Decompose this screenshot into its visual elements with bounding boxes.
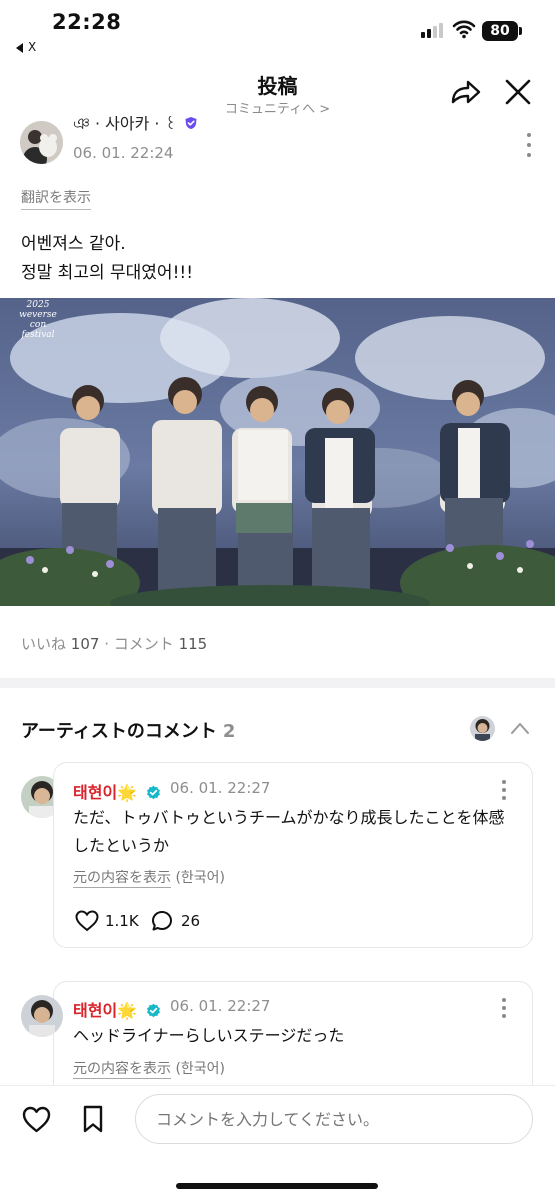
post-stats: いいね 107 · コメント 115	[21, 633, 207, 654]
stats-separator: ·	[104, 635, 109, 653]
show-original-row: 元の内容を表示 (한국어)	[73, 867, 226, 888]
comments-count: 115	[178, 635, 208, 653]
comment-actions: 1.1K 26	[75, 908, 235, 934]
chevron-up-icon[interactable]	[509, 719, 531, 737]
comment-reply-count: 26	[181, 912, 201, 930]
home-indicator	[176, 1183, 378, 1189]
photo-festival-logo: 2025 weverse con festival	[19, 300, 57, 340]
show-translation-link[interactable]: 翻訳を表示	[21, 187, 91, 210]
artist-avatar-small[interactable]	[470, 716, 495, 741]
comment-text: ただ、トゥバトゥというチームがかなり成長したことを体感したというか	[73, 808, 505, 855]
verified-icon	[146, 1003, 160, 1018]
show-original-row: 元の内容を表示 (한국어)	[73, 1058, 226, 1079]
comment-avatar[interactable]	[21, 995, 63, 1037]
comment-author-text: 태현이	[73, 783, 118, 802]
comment-like-count: 1.1K	[105, 912, 139, 930]
original-language: (한국어)	[175, 1061, 226, 1077]
post-text-line-1: 어벤져스 같아.	[21, 234, 126, 254]
shield-badge-icon	[185, 117, 197, 129]
comment-input[interactable]	[135, 1094, 533, 1144]
share-icon[interactable]	[449, 76, 483, 110]
back-triangle-icon	[16, 42, 23, 53]
comment-author-text: 태현이	[73, 1001, 118, 1020]
back-app-label: X	[28, 40, 37, 54]
comment-author-name[interactable]: 태현이🌟	[73, 997, 161, 1021]
comment-more-icon[interactable]	[497, 778, 511, 802]
more-vertical-icon[interactable]	[522, 131, 536, 159]
comment-time: 06. 01. 22:27	[170, 779, 271, 797]
star-emoji: 🌟	[117, 783, 138, 802]
heart-icon[interactable]	[22, 1106, 51, 1133]
signal-icon	[421, 22, 447, 38]
show-original-link[interactable]: 元の内容を表示	[73, 1061, 171, 1079]
post-photo[interactable]: 2025 weverse con festival	[0, 298, 555, 606]
back-to-app-link[interactable]: X	[16, 40, 36, 54]
wifi-icon	[452, 20, 476, 39]
post-text-line-2: 정말 최고의 무대였어!!!	[21, 263, 194, 283]
comment-text: ヘッドライナーらしいステージだった	[73, 1026, 345, 1045]
verified-icon	[146, 785, 160, 800]
heart-icon[interactable]	[75, 910, 99, 932]
battery-cap	[519, 27, 522, 35]
likes-label: いいね	[21, 635, 67, 653]
author-name-text: ঞ · 사아카 · ꒰	[73, 116, 183, 133]
comment-time: 06. 01. 22:27	[170, 997, 271, 1015]
status-time: 22:28	[52, 10, 122, 34]
artist-comments-label: アーティストのコメント	[21, 721, 217, 742]
chat-bubble-icon[interactable]	[151, 910, 173, 932]
battery-icon: 80	[482, 21, 518, 41]
artist-comments-count: 2	[222, 721, 236, 742]
section-divider	[0, 678, 555, 688]
close-icon[interactable]	[502, 76, 534, 108]
show-original-link[interactable]: 元の内容を表示	[73, 870, 171, 888]
comment-author-name[interactable]: 태현이🌟	[73, 779, 161, 803]
star-emoji: 🌟	[117, 1001, 138, 1020]
bookmark-icon[interactable]	[82, 1105, 104, 1133]
artist-comments-title: アーティストのコメント 2	[21, 717, 235, 743]
original-language: (한국어)	[175, 870, 226, 886]
status-bar: 22:28 X 80	[0, 0, 555, 60]
comment-more-icon[interactable]	[497, 996, 511, 1020]
author-avatar[interactable]	[20, 121, 63, 164]
author-name[interactable]: ঞ · 사아카 · ꒰	[73, 116, 198, 136]
likes-count: 107	[70, 635, 100, 653]
post-timestamp: 06. 01. 22:24	[73, 144, 174, 162]
comments-label: コメント	[113, 635, 174, 653]
